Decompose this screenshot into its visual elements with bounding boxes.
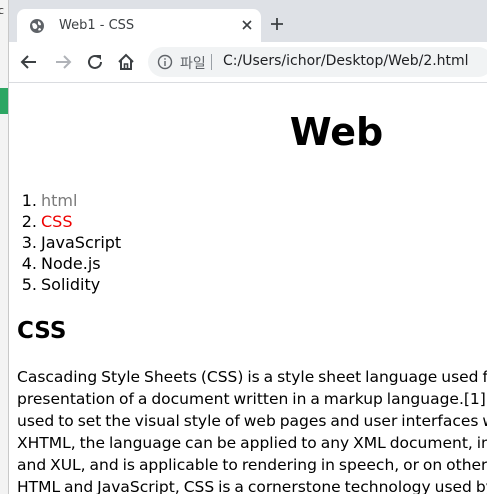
page-content: Web 1. html 2. CSS 3. JavaScript 4. Node.js … bbox=[9, 83, 487, 494]
info-icon[interactable] bbox=[157, 54, 173, 70]
list-item-html: 1. html bbox=[17, 190, 121, 211]
list-item-css: 2. CSS bbox=[17, 211, 121, 232]
toolbar: 파일 C:/Users/ichor/Desktop/Web/2.html bbox=[9, 42, 487, 83]
reload-icon[interactable] bbox=[84, 51, 106, 73]
address-scheme-label: 파일 bbox=[180, 56, 206, 72]
address-bar[interactable]: 파일 C:/Users/ichor/Desktop/Web/2.html bbox=[148, 47, 487, 77]
paragraph-line: used to set the visual style of web page… bbox=[17, 412, 487, 430]
paragraph-line: XHTML, the language can be applied to an… bbox=[17, 434, 487, 452]
list-item-solidity: 5. Solidity bbox=[17, 274, 121, 295]
home-icon[interactable] bbox=[115, 51, 137, 73]
link-solidity[interactable]: Solidity bbox=[41, 275, 100, 294]
topic-list: 1. html 2. CSS 3. JavaScript 4. Node.js 5. So… bbox=[17, 190, 121, 295]
forward-arrow-icon[interactable] bbox=[52, 51, 74, 73]
list-number: 4. bbox=[21, 254, 37, 273]
paragraph-line: HTML and JavaScript, CSS is a cornerston… bbox=[17, 478, 487, 494]
address-url[interactable]: C:/Users/ichor/Desktop/Web/2.html bbox=[223, 53, 469, 69]
tab-title: Web1 - CSS bbox=[59, 18, 135, 33]
link-nodejs[interactable]: Node.js bbox=[41, 254, 101, 273]
css-description-paragraph: Cascading Style Sheets (CSS) is a style … bbox=[17, 366, 487, 494]
address-separator bbox=[211, 54, 212, 70]
list-number: 3. bbox=[21, 233, 37, 252]
link-css[interactable]: CSS bbox=[41, 212, 72, 231]
globe-icon bbox=[30, 19, 44, 33]
browser-window: Web1 - CSS 파일 C:/Users/ichor/Desktop/Web… bbox=[8, 0, 487, 494]
background-window-chip bbox=[0, 88, 8, 114]
list-item-nodejs: 4. Node.js bbox=[17, 253, 121, 274]
paragraph-line: and XUL, and is applicable to rendering … bbox=[17, 456, 487, 474]
background-window-text: c bbox=[0, 4, 5, 17]
list-item-javascript: 3. JavaScript bbox=[17, 232, 121, 253]
paragraph-line: Cascading Style Sheets (CSS) is a style … bbox=[17, 368, 487, 386]
back-arrow-icon[interactable] bbox=[18, 51, 40, 73]
link-html[interactable]: html bbox=[41, 191, 77, 210]
background-window-edge: c bbox=[0, 0, 8, 494]
paragraph-line: presentation of a document written in a … bbox=[17, 390, 487, 408]
section-title: CSS bbox=[17, 318, 67, 344]
close-tab-icon[interactable] bbox=[239, 17, 255, 33]
tab-strip: Web1 - CSS bbox=[9, 0, 487, 42]
tab-active[interactable]: Web1 - CSS bbox=[17, 9, 261, 42]
list-number: 1. bbox=[21, 191, 37, 210]
page-title: Web bbox=[289, 110, 384, 154]
new-tab-button[interactable] bbox=[268, 15, 286, 33]
list-number: 2. bbox=[21, 212, 37, 231]
list-number: 5. bbox=[21, 275, 37, 294]
link-javascript[interactable]: JavaScript bbox=[41, 233, 121, 252]
